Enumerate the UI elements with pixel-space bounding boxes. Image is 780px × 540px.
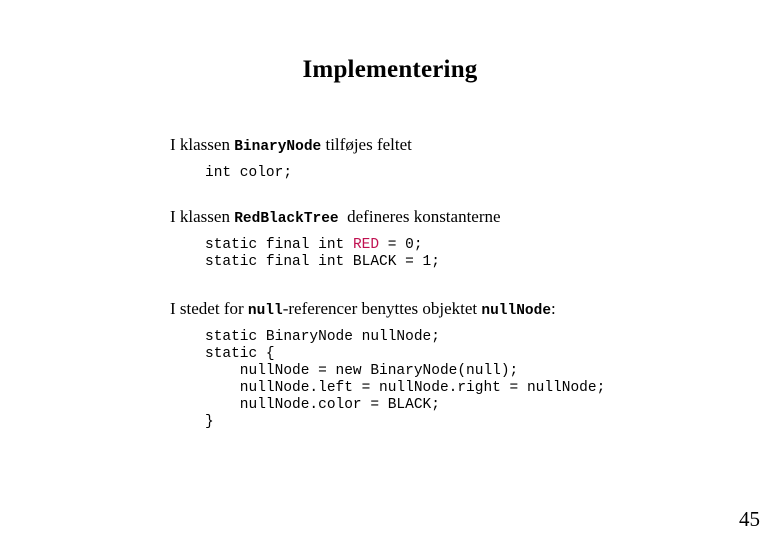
paragraph-binarynode-text-after: tilføjes feltet: [321, 135, 412, 154]
paragraph-nullnode: I stedet for null-referencer benyttes ob…: [170, 298, 750, 322]
paragraph-binarynode-text-before: I klassen: [170, 135, 235, 154]
paragraph-nullnode-text-after: :: [551, 299, 556, 318]
paragraph-binarynode: I klassen BinaryNode tilføjes feltet: [170, 134, 750, 158]
paragraph-redblacktree-text-after: defineres konstanterne: [338, 207, 501, 226]
code-block-constants: static final int RED = 0; static final i…: [170, 237, 750, 271]
page-title: Implementering: [302, 56, 478, 83]
code-line-red-suffix: = 0;: [379, 237, 423, 253]
code-block-binarynode: int color;: [205, 165, 293, 181]
paragraph-nullnode-text-middle: -referencer benyttes objektet: [282, 299, 482, 318]
paragraph-redblacktree-text-before: I klassen: [170, 207, 235, 226]
code-line-red-prefix: static final int: [205, 237, 353, 253]
inline-code-nullnode: nullNode: [481, 303, 552, 319]
inline-code-binarynode: BinaryNode: [234, 139, 322, 155]
inline-code-null: null: [247, 303, 283, 319]
code-line-black: static final int BLACK = 1;: [205, 254, 440, 270]
slide-body: I klassen BinaryNode tilføjes feltet int…: [170, 134, 750, 431]
paragraph-redblacktree: I klassen RedBlackTree defineres konstan…: [170, 206, 750, 230]
code-block-nullnode: static BinaryNode nullNode; static { nul…: [205, 329, 606, 430]
page-number: 45: [739, 507, 760, 531]
slide: Implementering I klassen BinaryNode tilf…: [0, 0, 780, 540]
paragraph-nullnode-text-before: I stedet for: [170, 299, 248, 318]
inline-code-redblacktree: RedBlackTree: [234, 211, 339, 227]
code-token-red: RED: [352, 237, 380, 253]
